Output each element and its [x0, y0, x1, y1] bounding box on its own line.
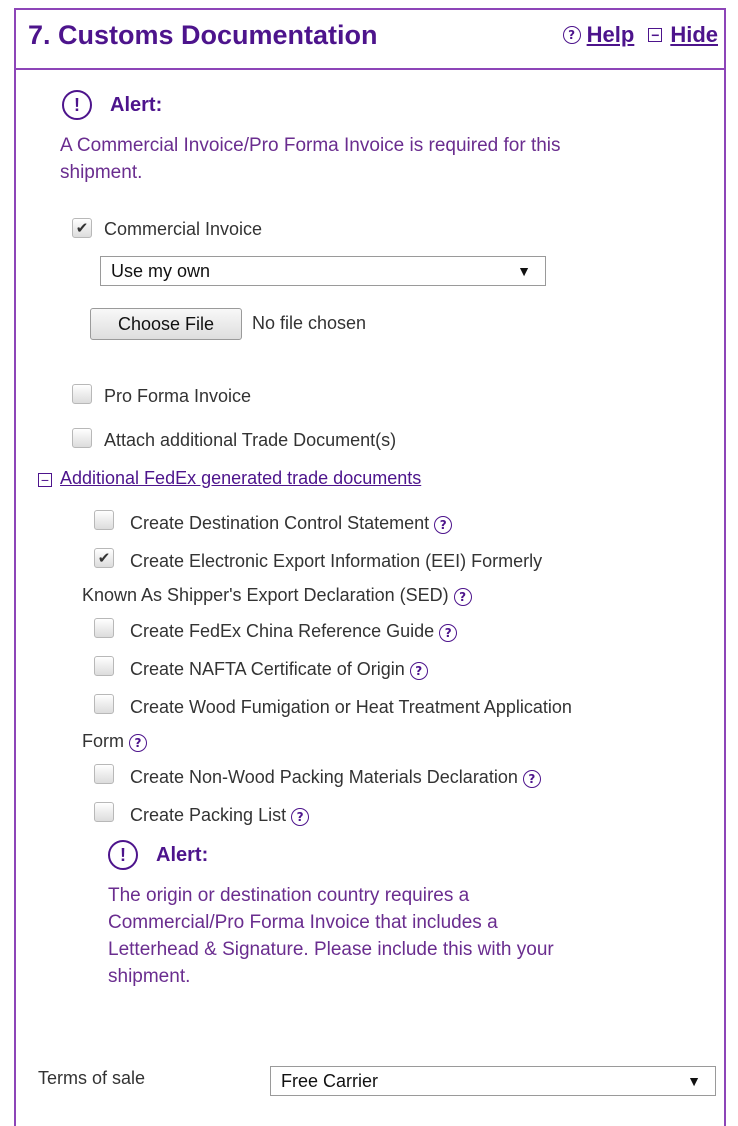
pro-forma-checkbox[interactable]	[72, 384, 92, 404]
additional-docs-toggle-link[interactable]: Additional FedEx generated trade documen…	[60, 468, 421, 489]
collapse-icon[interactable]: −	[648, 28, 663, 42]
help-icon[interactable]: ?	[562, 26, 581, 44]
eei-label-line2: Known As Shipper's Export Declaration (S…	[82, 585, 472, 606]
doc-label-text: Create NAFTA Certificate of Origin	[130, 659, 405, 679]
terms-of-sale-label: Terms of sale	[38, 1068, 146, 1088]
help-link[interactable]: Help	[587, 22, 635, 48]
non-wood-packing-label: Create Non-Wood Packing Materials Declar…	[130, 767, 541, 788]
doc-label-text: Create Non-Wood Packing Materials Declar…	[130, 767, 518, 787]
nafta-certificate-checkbox[interactable]	[94, 656, 114, 676]
choose-file-button[interactable]: Choose File	[90, 308, 242, 340]
attach-trade-docs-checkbox[interactable]	[72, 428, 92, 448]
alert-message-line: shipment.	[60, 162, 143, 183]
section-title: 7. Customs Documentation	[28, 20, 378, 50]
china-reference-guide-checkbox[interactable]	[94, 618, 114, 638]
doc-label-text: Known As Shipper's Export Declaration (S…	[82, 585, 449, 605]
non-wood-packing-checkbox[interactable]	[94, 764, 114, 784]
alert-icon: !	[108, 840, 138, 870]
dropdown-arrow-icon: ▼	[687, 1073, 701, 1089]
wood-fumigation-label-line1: Create Wood Fumigation or Heat Treatment…	[130, 697, 572, 717]
doc-label-text: Create Packing List	[130, 805, 287, 825]
eei-checkbox[interactable]: ✔	[94, 548, 114, 568]
collapse-additional-docs-icon[interactable]: −	[38, 473, 52, 487]
alert-message-line: The origin or destination country requir…	[108, 885, 470, 906]
help-icon[interactable]: ?	[409, 662, 428, 680]
invoice-source-select[interactable]: Use my own ▼	[100, 256, 546, 286]
customs-documentation-panel: 7. Customs Documentation ? Help − Hide !…	[14, 8, 726, 1126]
packing-list-label: Create Packing List ?	[130, 805, 310, 826]
doc-label-text: Create FedEx China Reference Guide	[130, 621, 435, 641]
alert-message-line: A Commercial Invoice/Pro Forma Invoice i…	[60, 135, 561, 156]
attach-trade-docs-label: Attach additional Trade Document(s)	[104, 430, 397, 450]
terms-of-sale-select[interactable]: Free Carrier ▼	[270, 1066, 716, 1096]
help-icon[interactable]: ?	[434, 516, 453, 534]
dropdown-arrow-icon: ▼	[517, 263, 531, 279]
panel-header: 7. Customs Documentation ? Help − Hide	[16, 10, 724, 70]
help-icon[interactable]: ?	[522, 770, 541, 788]
destination-control-checkbox[interactable]	[94, 510, 114, 530]
alert-message: A Commercial Invoice/Pro Forma Invoice i…	[60, 132, 561, 186]
hide-link[interactable]: Hide	[670, 22, 718, 48]
file-status-text: No file chosen	[252, 313, 367, 333]
alert-message: The origin or destination country requir…	[108, 882, 554, 990]
alert-label: Alert:	[156, 844, 209, 866]
doc-label-text: Create Destination Control Statement	[130, 513, 430, 533]
alert-label: Alert:	[110, 94, 163, 116]
help-icon[interactable]: ?	[439, 624, 458, 642]
commercial-invoice-checkbox[interactable]: ✔	[72, 218, 92, 238]
alert-icon: !	[62, 90, 92, 120]
china-reference-guide-label: Create FedEx China Reference Guide ?	[130, 621, 458, 642]
packing-list-checkbox[interactable]	[94, 802, 114, 822]
alert-message-line: Letterhead & Signature. Please include t…	[108, 939, 554, 960]
help-icon[interactable]: ?	[291, 808, 310, 826]
nafta-certificate-label: Create NAFTA Certificate of Origin ?	[130, 659, 428, 680]
help-icon[interactable]: ?	[453, 588, 472, 606]
commercial-invoice-label: Commercial Invoice	[104, 219, 263, 239]
header-links: ? Help − Hide	[562, 22, 718, 48]
help-icon[interactable]: ?	[129, 734, 148, 752]
alert-message-line: Commercial/Pro Forma Invoice that includ…	[108, 912, 498, 933]
pro-forma-label: Pro Forma Invoice	[104, 386, 252, 406]
destination-control-label: Create Destination Control Statement ?	[130, 513, 453, 534]
alert-message-line: shipment.	[108, 966, 191, 987]
wood-fumigation-label-line2: Form ?	[82, 731, 148, 752]
invoice-source-value: Use my own	[111, 260, 211, 281]
eei-label-line1: Create Electronic Export Information (EE…	[130, 551, 543, 571]
doc-label-text: Form	[82, 731, 124, 751]
terms-of-sale-value: Free Carrier	[281, 1070, 379, 1091]
wood-fumigation-checkbox[interactable]	[94, 694, 114, 714]
